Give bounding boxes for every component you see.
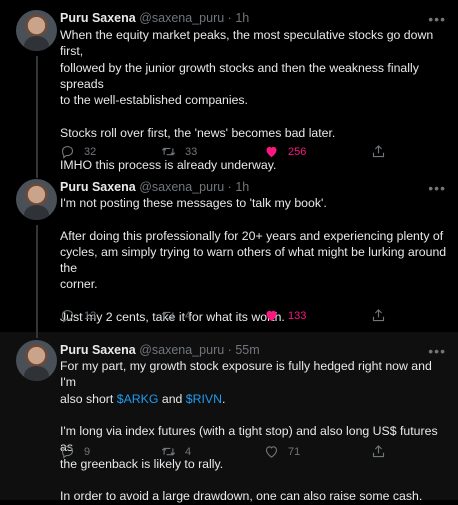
thread-line [36,225,38,332]
timestamp[interactable]: 1h [235,180,249,194]
heart-icon [266,146,277,158]
tweet-1[interactable]: Puru Saxena @saxena_puru · 1h ••• When t… [0,0,458,172]
retweet-icon [161,147,176,156]
author-name[interactable]: Puru Saxena [60,343,136,357]
author-name[interactable]: Puru Saxena [60,11,136,25]
text-segment: . [222,391,226,406]
tweet-line: corner. [60,277,98,292]
more-icon[interactable]: ••• [428,344,446,358]
share-icon [372,145,385,158]
thread-line [36,56,38,172]
heart-icon [266,310,277,322]
tweet-line: I'm not posting these messages to 'talk … [60,196,327,210]
cashtag-link[interactable]: $ARKG [117,392,159,406]
tweet-2[interactable]: Puru Saxena @saxena_puru · 1h ••• I'm no… [0,172,458,332]
retweet-count: 4 [185,309,192,322]
tweet-line: Stocks roll over first, the 'news' becom… [60,125,336,140]
retweet-button[interactable]: 4 [161,444,191,459]
tweet-line: followed by the junior growth stocks and… [60,60,419,91]
like-count: 256 [288,145,307,158]
tweet-line: In order to avoid a large drawdown, one … [60,489,423,504]
timestamp[interactable]: 55m [235,343,259,357]
more-icon[interactable]: ••• [428,181,446,195]
heart-icon [265,446,278,458]
avatar[interactable] [16,10,57,51]
like-count: 133 [288,309,307,322]
thread-line [36,332,38,338]
reply-button[interactable]: 9 [60,444,90,459]
cashtag-link[interactable]: $RIVN [186,392,222,406]
author-name[interactable]: Puru Saxena [60,180,136,194]
action-bar: 13 4 133 [60,308,390,326]
like-button[interactable]: 133 [264,308,306,323]
like-button[interactable]: 256 [264,144,306,159]
share-button[interactable] [371,444,386,459]
avatar[interactable] [16,340,57,381]
retweet-count: 4 [185,445,192,458]
reply-count: 32 [84,145,97,158]
share-icon [372,445,385,458]
more-icon[interactable]: ••• [428,12,446,26]
action-bar: 9 4 71 [60,444,390,462]
tweet-header: Puru Saxena @saxena_puru · 55m [60,342,260,358]
separator-dot: · [227,11,232,25]
tweet-line: For my part, my growth stock exposure is… [60,359,432,390]
tweet-line: also short $ARKG and $RIVN. [60,391,450,407]
retweet-button[interactable]: 4 [161,308,191,323]
tweet-line: to the well-established companies. [60,93,248,108]
tweet-text: For my part, my growth stock exposure is… [60,358,450,505]
timestamp[interactable]: 1h [235,11,249,25]
thread-line [36,172,38,178]
tweet-line: After doing this professionally for 20+ … [60,228,444,243]
retweet-icon [161,311,176,320]
author-handle[interactable]: @saxena_puru [139,180,224,194]
reply-button[interactable]: 13 [60,308,96,323]
tweet-line: When the equity market peaks, the most s… [60,28,434,59]
reply-button[interactable]: 32 [60,144,96,159]
retweet-button[interactable]: 33 [161,144,197,159]
tweet-header: Puru Saxena @saxena_puru · 1h [60,179,249,195]
separator-dot: · [227,180,232,194]
reply-icon [61,145,74,159]
retweet-icon [161,447,176,456]
action-bar: 32 33 256 [60,144,390,162]
share-button[interactable] [371,308,386,323]
like-button[interactable]: 71 [264,444,300,459]
share-button[interactable] [371,144,386,159]
tweet-header: Puru Saxena @saxena_puru · 1h [60,10,249,26]
reply-count: 13 [84,309,97,322]
like-count: 71 [288,445,301,458]
author-handle[interactable]: @saxena_puru [139,343,224,357]
share-icon [372,309,385,322]
reply-count: 9 [84,445,91,458]
tweet-line: cycles, am simply trying to warn others … [60,244,447,276]
text-segment: also short [60,391,117,406]
author-handle[interactable]: @saxena_puru [139,11,224,25]
separator-dot: · [227,343,232,357]
tweet-text: I'm not posting these messages to 'talk … [60,195,450,325]
reply-icon [61,309,74,323]
text-segment: and [158,391,186,406]
retweet-count: 33 [185,145,198,158]
tweet-3[interactable]: Puru Saxena @saxena_puru · 55m ••• For m… [0,332,458,503]
reply-icon [61,445,74,459]
avatar[interactable] [16,179,57,220]
